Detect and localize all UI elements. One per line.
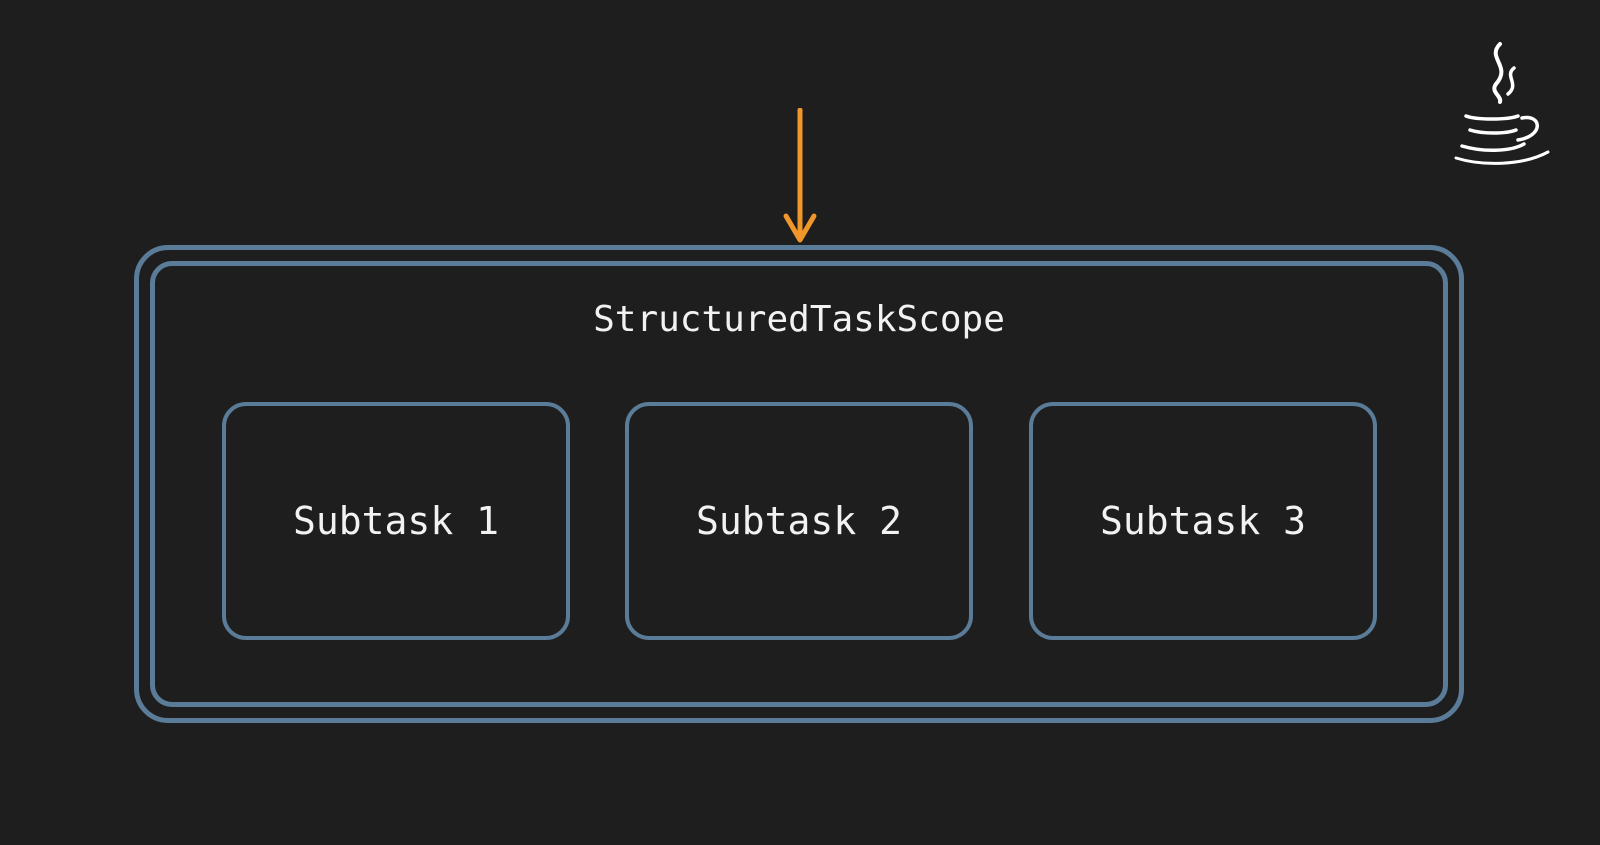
java-logo-icon xyxy=(1454,42,1550,165)
subtask-box-3: Subtask 3 xyxy=(1029,402,1377,640)
subtask-label-1: Subtask 1 xyxy=(293,499,499,543)
scope-title: StructuredTaskScope xyxy=(593,299,1005,340)
subtask-label-2: Subtask 2 xyxy=(696,499,902,543)
subtask-label-3: Subtask 3 xyxy=(1100,499,1306,543)
diagram-canvas: StructuredTaskScope Subtask 1 Subtask 2 … xyxy=(0,0,1600,845)
subtask-box-1: Subtask 1 xyxy=(222,402,570,640)
arrow-down-icon xyxy=(783,108,817,243)
subtask-box-2: Subtask 2 xyxy=(625,402,973,640)
